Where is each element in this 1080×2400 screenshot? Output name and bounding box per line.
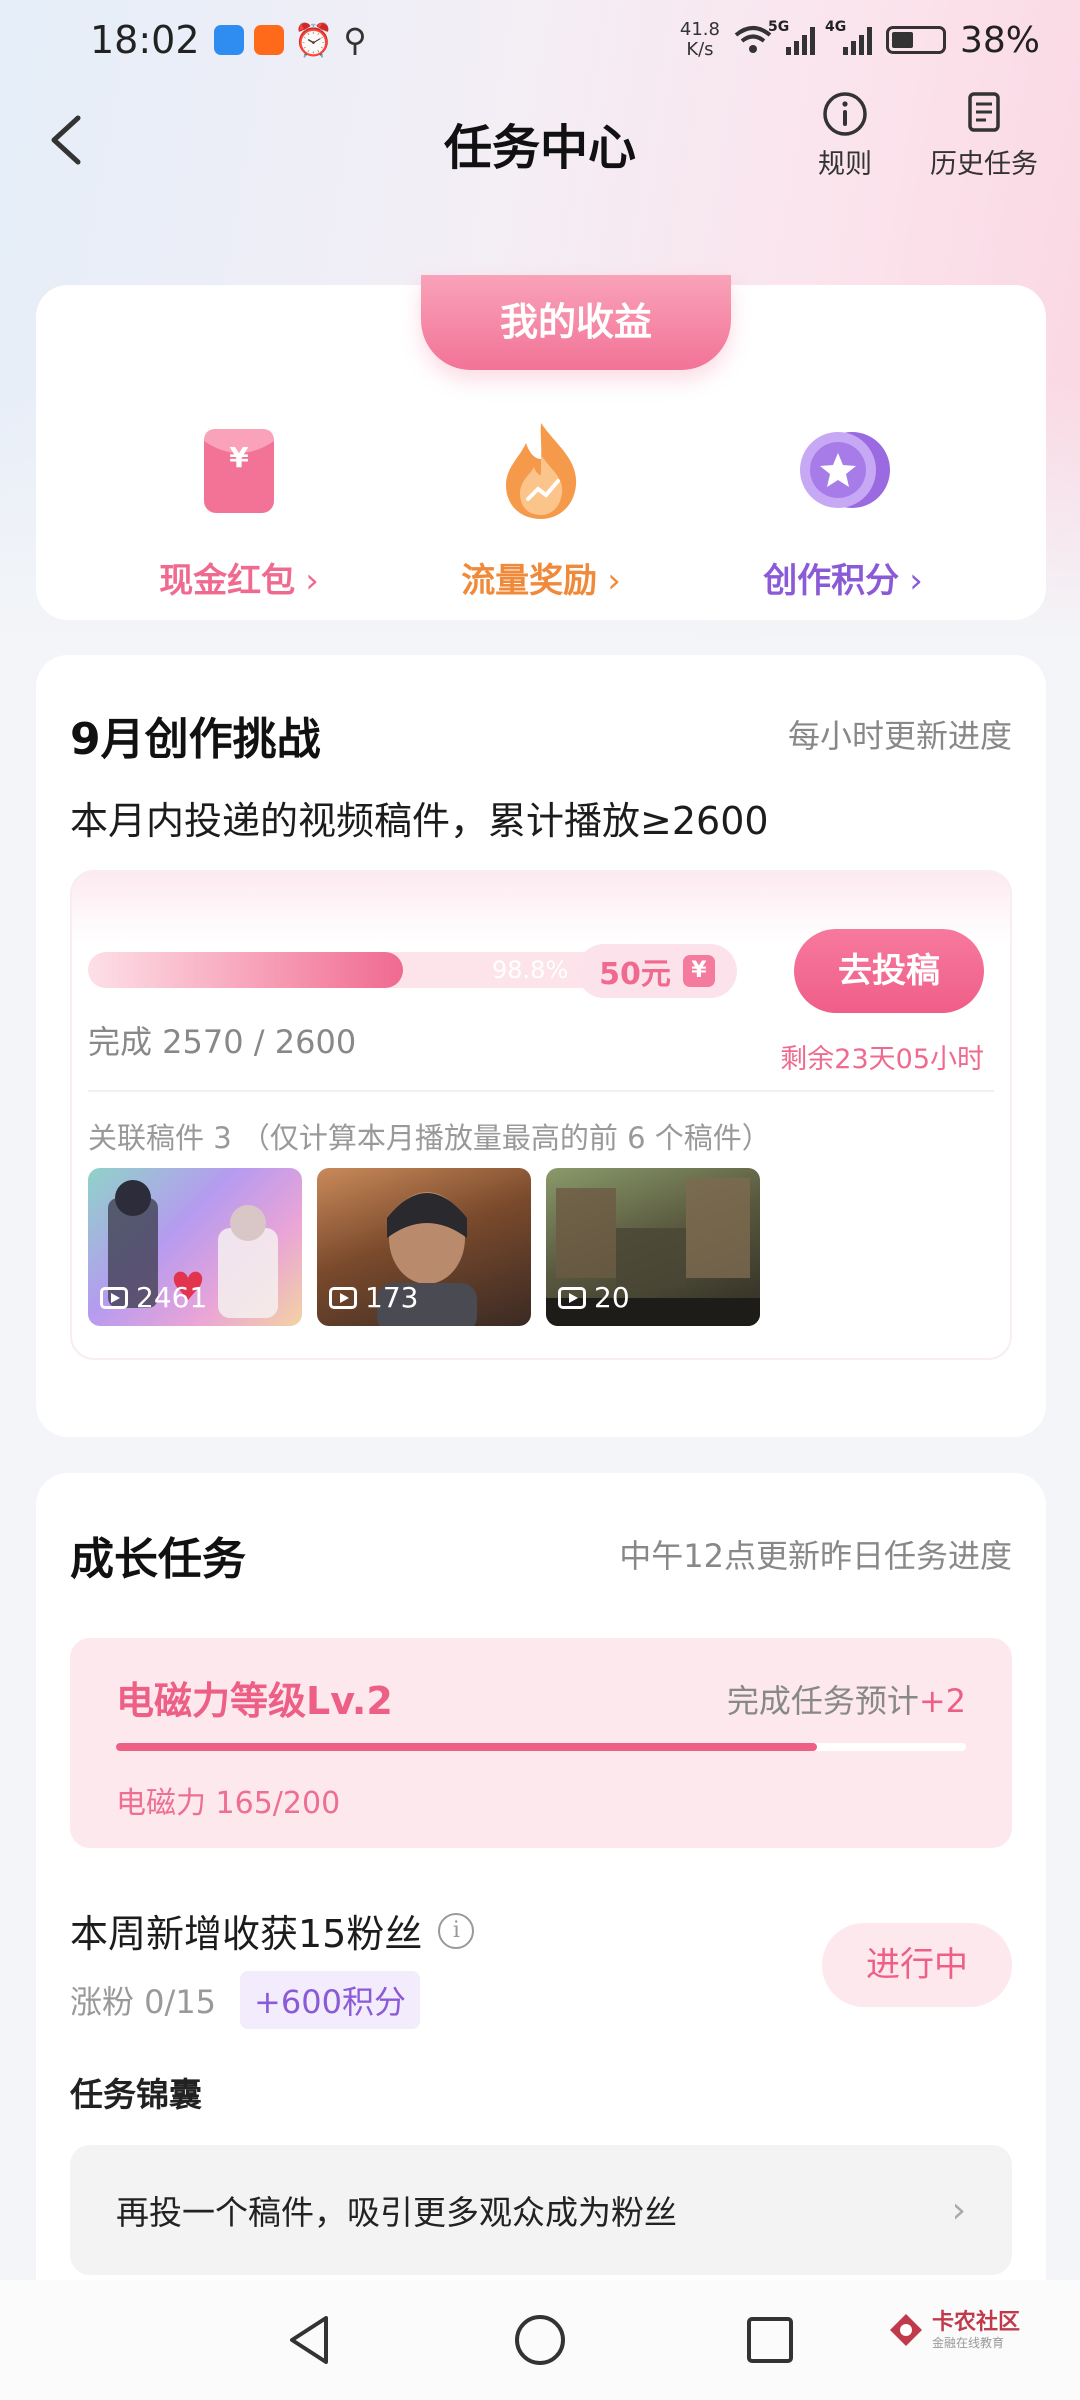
view-count-value: 2461: [136, 1281, 208, 1314]
network-speed-value: 41.8: [679, 19, 720, 40]
challenge-progress-percent: 98.8%: [492, 956, 569, 984]
video-thumbnail[interactable]: 20: [546, 1168, 760, 1326]
signal-4g-icon: 4G: [825, 19, 872, 55]
signal-5g-label: 5G: [767, 19, 790, 35]
back-triangle-icon[interactable]: [280, 2310, 340, 2370]
earnings-card: 我的收益 ¥ 现金红包 › 流量奖励 › 创作积分 ›: [36, 275, 1046, 620]
growth-tasks-card: 成长任务 中午12点更新昨日任务进度 电磁力等级Lv.2 完成任务预计+2 电磁…: [36, 1473, 1046, 2400]
cash-red-envelope-entry[interactable]: ¥ 现金红包 ›: [119, 415, 359, 602]
network-speed: 41.8 K/s: [680, 20, 720, 60]
rules-button[interactable]: 规则: [818, 90, 872, 181]
play-icon: [329, 1286, 357, 1309]
alarm-icon: ⏰: [293, 21, 334, 59]
star-coin-icon: [788, 415, 898, 525]
red-envelope-icon: ¥: [184, 415, 294, 525]
view-count-value: 173: [365, 1281, 419, 1314]
recents-square-icon[interactable]: [740, 2310, 800, 2370]
chevron-right-icon: ›: [607, 561, 621, 601]
rules-label: 规则: [818, 149, 872, 180]
challenge-progress-box: 98.8% 50元 ¥ 完成 2570 / 2600 去投稿 剩余23天05小时…: [70, 870, 1012, 1360]
signal-4g-label: 4G: [824, 19, 847, 35]
level-box: 电磁力等级Lv.2 完成任务预计+2 电磁力 165/200: [70, 1638, 1012, 1848]
video-thumbnail[interactable]: 2461: [88, 1168, 302, 1326]
monthly-challenge-card: 9月创作挑战 每小时更新进度 本月内投递的视频稿件，累计播放≥2600 98.8…: [36, 655, 1046, 1437]
flame-icon: [486, 415, 596, 525]
reward-amount: 50元: [599, 957, 671, 992]
level-progress-fill: [116, 1743, 818, 1751]
weather-app-icon: [213, 25, 244, 55]
history-tasks-button[interactable]: 历史任务: [930, 90, 1038, 181]
battery-percent: 38%: [959, 19, 1040, 61]
signal-5g-icon: 5G: [768, 19, 815, 55]
home-circle-icon[interactable]: [510, 2310, 570, 2370]
task-title: 本周新增收获15粉丝: [70, 1912, 423, 1956]
challenge-title: 9月创作挑战: [70, 714, 321, 765]
traffic-reward-entry[interactable]: 流量奖励 ›: [421, 415, 661, 602]
network-speed-unit: K/s: [686, 39, 714, 60]
challenge-description: 本月内投递的视频稿件，累计播放≥2600: [70, 799, 769, 843]
document-list-icon: [968, 92, 1000, 132]
level-prediction: 完成任务预计+2: [727, 1676, 966, 1722]
watermark-title: 卡农社区: [931, 2310, 1020, 2335]
battery-icon: [885, 26, 946, 54]
level-prediction-value: +2: [918, 1682, 966, 1720]
earnings-tab: 我的收益: [421, 275, 731, 370]
points-badge: +600积分: [240, 1971, 420, 2029]
watermark-subtitle: 金融在线教育: [931, 2336, 1004, 2350]
chevron-right-icon: ›: [909, 561, 923, 601]
growth-update-note: 中午12点更新昨日任务进度: [619, 1537, 1012, 1575]
view-count: 173: [329, 1281, 418, 1314]
creation-points-label: 创作积分: [763, 561, 900, 601]
yen-icon: ¥: [682, 955, 715, 987]
cash-red-envelope-label: 现金红包: [159, 561, 296, 601]
tip-row[interactable]: 再投一个稿件，吸引更多观众成为粉丝 ›: [70, 2145, 1012, 2275]
info-icon[interactable]: i: [438, 1912, 475, 1949]
weekly-fans-task: 本周新增收获15粉丝 i: [70, 1903, 475, 1958]
task-subline: 涨粉 0/15 +600积分: [70, 1971, 420, 2029]
tips-title: 任务锦囊: [70, 2075, 202, 2114]
challenge-count: 完成 2570 / 2600: [88, 1023, 357, 1061]
info-circle-icon: [823, 92, 867, 136]
creation-points-entry[interactable]: 创作积分 ›: [723, 415, 963, 602]
level-progress-bar: [116, 1743, 966, 1751]
level-title: 电磁力等级Lv.2: [116, 1679, 393, 1723]
level-prediction-prefix: 完成任务预计: [726, 1682, 919, 1720]
play-icon: [558, 1286, 586, 1309]
page-title: 任务中心: [443, 120, 636, 176]
task-progress: 涨粉 0/15: [70, 1983, 217, 2021]
divider: [88, 1090, 994, 1092]
location-icon: ⚲: [343, 21, 367, 59]
wifi-icon: [734, 26, 772, 53]
chevron-right-icon: ›: [951, 2189, 966, 2231]
play-icon: [100, 1286, 128, 1309]
challenge-progress-fill: [88, 952, 404, 988]
submit-button[interactable]: 去投稿: [794, 929, 984, 1013]
linked-works-note: 关联稿件 3 （仅计算本月播放量最高的前 6 个稿件）: [88, 1121, 771, 1155]
svg-text:¥: ¥: [229, 441, 249, 474]
task-status-button[interactable]: 进行中: [822, 1923, 1012, 2007]
chevron-right-icon: ›: [305, 561, 319, 601]
history-label: 历史任务: [930, 149, 1038, 180]
watermark: 卡农社区 金融在线教育: [888, 2310, 1020, 2350]
system-nav-bar: 卡农社区 金融在线教育: [0, 2280, 1080, 2400]
view-count: 20: [558, 1281, 630, 1314]
taobao-app-icon: [253, 25, 284, 55]
view-count-value: 20: [594, 1281, 630, 1314]
video-thumbnail[interactable]: 173: [317, 1168, 531, 1326]
remaining-time: 剩余23天05小时: [780, 1044, 984, 1075]
tip-text: 再投一个稿件，吸引更多观众成为粉丝: [116, 2193, 677, 2232]
level-value: 电磁力 165/200: [116, 1786, 341, 1821]
challenge-update-note: 每小时更新进度: [787, 717, 1012, 755]
watermark-logo-icon: [889, 2314, 922, 2346]
nav-bar: 任务中心 规则 历史任务: [0, 90, 1080, 190]
traffic-reward-label: 流量奖励: [461, 561, 598, 601]
view-count: 2461: [100, 1281, 207, 1314]
status-time: 18:02: [90, 18, 200, 62]
reward-pill: 50元 ¥: [577, 944, 737, 998]
growth-title: 成长任务: [70, 1534, 246, 1585]
status-bar: 18:02 ⏰ ⚲ 41.8 K/s 5G 4G 38%: [0, 0, 1080, 80]
